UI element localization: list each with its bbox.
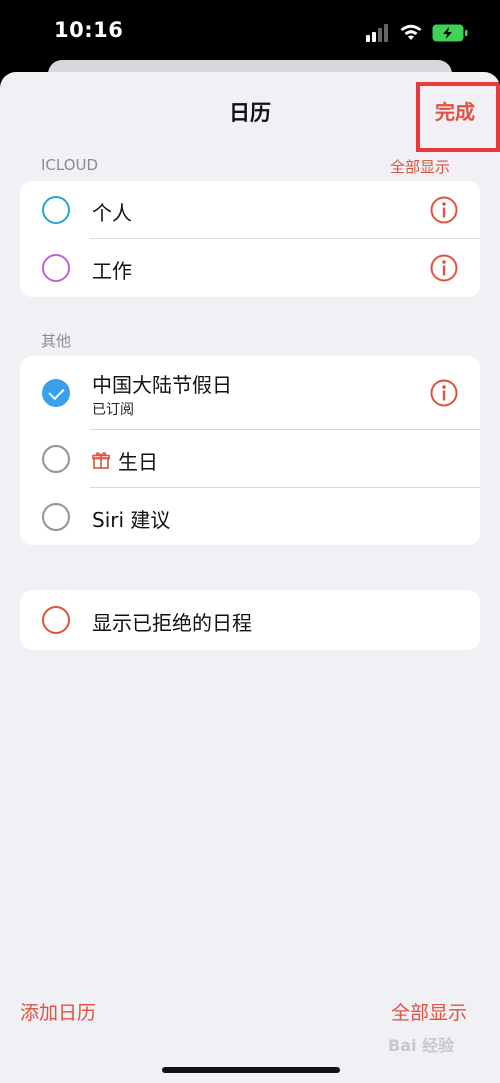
calendar-row-personal[interactable]: 个人: [20, 181, 480, 239]
declined-toggle-circle[interactable]: [42, 606, 70, 634]
done-button[interactable]: 完成: [435, 96, 475, 125]
calendar-row-work[interactable]: 工作: [20, 239, 480, 297]
section-header-icloud: ICLOUD: [41, 156, 99, 174]
other-card: 中国大陆节假日 已订阅 生日 Siri 建议: [20, 356, 480, 545]
calendar-row-birthdays[interactable]: 生日: [20, 430, 480, 488]
icloud-show-all-button[interactable]: 全部显示: [390, 156, 450, 177]
gift-icon: [92, 452, 110, 469]
show-all-button[interactable]: 全部显示: [391, 998, 467, 1025]
calendar-checked-circle[interactable]: [42, 379, 70, 407]
calendar-toggle-circle[interactable]: [42, 445, 70, 473]
cellular-signal-icon: [366, 24, 392, 42]
wifi-icon: [400, 24, 422, 40]
calendar-label: Siri 建议: [92, 508, 171, 532]
calendar-label: 生日: [118, 450, 158, 474]
info-icon[interactable]: [430, 196, 458, 224]
calendar-row-holidays[interactable]: 中国大陆节假日 已订阅: [20, 356, 480, 430]
calendar-label: 工作: [92, 259, 132, 283]
info-icon[interactable]: [430, 254, 458, 282]
calendar-row-siri[interactable]: Siri 建议: [20, 488, 480, 545]
section-header-other: 其他: [41, 332, 72, 350]
watermark: Bai 经验: [388, 1036, 455, 1055]
calendar-toggle-circle[interactable]: [42, 196, 70, 224]
home-indicator: [162, 1067, 340, 1073]
icloud-card: 个人 工作: [20, 181, 480, 297]
status-time: 10:16: [54, 18, 124, 42]
info-icon[interactable]: [430, 379, 458, 407]
calendar-label: 个人: [92, 201, 132, 225]
calendar-subtitle: 已订阅: [92, 402, 134, 418]
declined-label: 显示已拒绝的日程: [92, 611, 252, 635]
calendar-toggle-circle[interactable]: [42, 503, 70, 531]
show-declined-row[interactable]: 显示已拒绝的日程: [20, 590, 480, 650]
calendar-label: 中国大陆节假日: [92, 373, 232, 397]
calendar-toggle-circle[interactable]: [42, 254, 70, 282]
declined-card: 显示已拒绝的日程: [20, 590, 480, 650]
calendars-sheet: 日历 完成 ICLOUD 全部显示 个人 工作 其他 中国大陆节假日 已订阅 生…: [0, 72, 500, 1083]
battery-icon: [432, 24, 468, 42]
add-calendar-button[interactable]: 添加日历: [20, 998, 96, 1025]
